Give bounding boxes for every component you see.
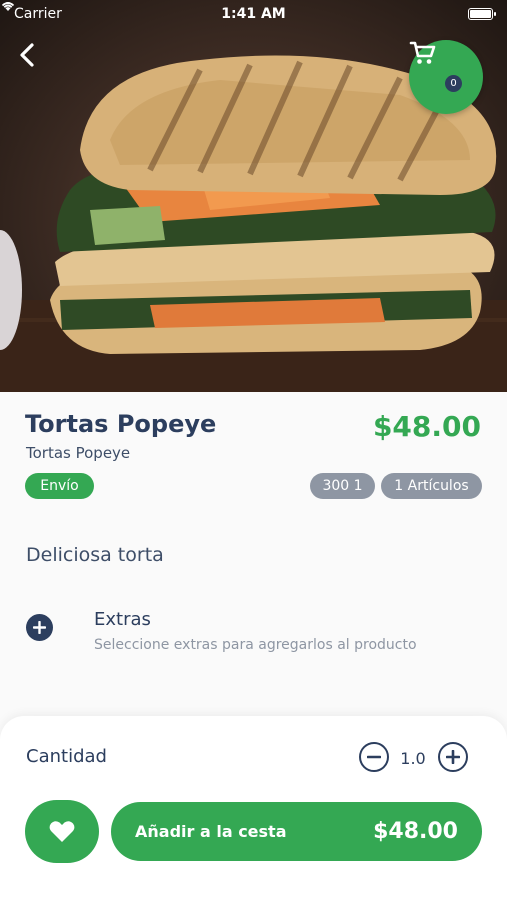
add-to-cart-price: $48.00: [373, 819, 458, 844]
add-to-cart-button[interactable]: Añadir a la cesta $48.00: [111, 802, 482, 861]
shipping-badge: Envío: [25, 473, 94, 499]
plus-circle-icon: [446, 750, 460, 764]
add-to-cart-label: Añadir a la cesta: [135, 822, 287, 841]
product-price: $48.00: [372, 410, 481, 443]
heart-icon: [49, 821, 75, 842]
product-title: Tortas Popeye: [25, 410, 217, 438]
plus-circle-icon: [33, 621, 46, 634]
battery-icon: [468, 8, 496, 20]
purchase-panel: Cantidad 1.0 Añadir a la cesta $48.00: [0, 716, 507, 900]
favorite-button[interactable]: [25, 800, 99, 863]
add-extras-button[interactable]: [26, 614, 53, 641]
carrier-label: Carrier: [14, 6, 62, 22]
cart-count-badge: 0: [445, 75, 462, 92]
product-subtitle: Tortas Popeye: [26, 444, 131, 462]
items-count-badge: 1 Artículos: [381, 473, 482, 499]
back-button[interactable]: [18, 42, 54, 78]
product-code-badge: 300 1: [310, 473, 375, 499]
extras-title: Extras: [94, 609, 151, 630]
product-description: Deliciosa torta: [26, 544, 164, 566]
increase-quantity-button[interactable]: [438, 742, 468, 772]
minus-circle-icon: [367, 755, 381, 759]
cart-icon: [409, 41, 436, 64]
product-image: Carrier 1:41 AM 0: [0, 0, 507, 392]
status-time: 1:41 AM: [221, 6, 286, 22]
back-arrow-icon: [20, 43, 34, 67]
extras-subtitle: Seleccione extras para agregarlos al pro…: [94, 637, 417, 653]
status-bar: Carrier 1:41 AM: [0, 0, 507, 28]
cart-button[interactable]: 0: [409, 40, 483, 114]
quantity-value: 1.0: [400, 749, 426, 768]
decrease-quantity-button[interactable]: [359, 742, 389, 772]
quantity-label: Cantidad: [26, 746, 107, 767]
